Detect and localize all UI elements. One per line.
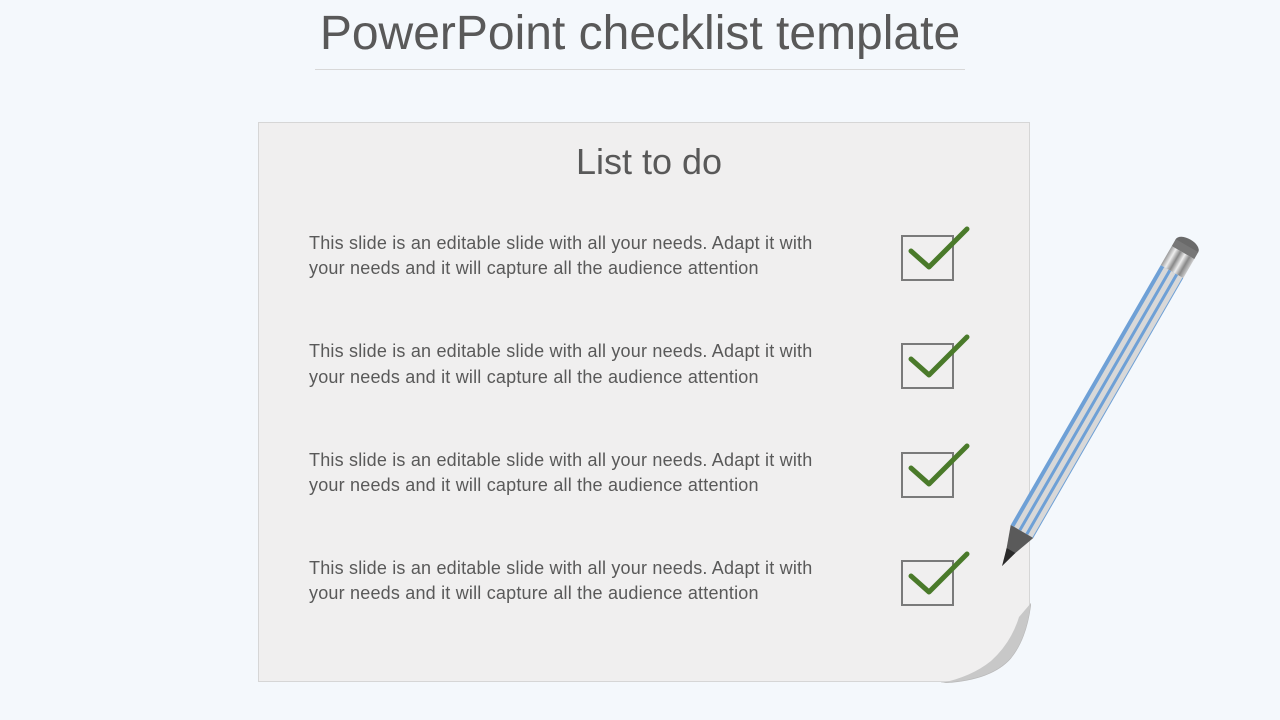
- list-item: This slide is an editable slide with all…: [309, 339, 989, 389]
- checkmark-icon: [907, 225, 973, 275]
- checkmark-icon: [907, 550, 973, 600]
- checkmark-icon: [907, 333, 973, 383]
- item-text: This slide is an editable slide with all…: [309, 448, 829, 498]
- list-title: List to do: [309, 141, 989, 183]
- checkbox: [901, 231, 971, 281]
- checklist-paper: List to do This slide is an editable sli…: [258, 122, 1030, 682]
- item-text: This slide is an editable slide with all…: [309, 339, 829, 389]
- checkbox: [901, 556, 971, 606]
- checkbox: [901, 339, 971, 389]
- list-item: This slide is an editable slide with all…: [309, 556, 989, 606]
- list-item: This slide is an editable slide with all…: [309, 231, 989, 281]
- checkmark-icon: [907, 442, 973, 492]
- checkbox: [901, 448, 971, 498]
- page-curl-icon: [941, 603, 1031, 683]
- checklist: This slide is an editable slide with all…: [309, 231, 989, 607]
- list-item: This slide is an editable slide with all…: [309, 448, 989, 498]
- item-text: This slide is an editable slide with all…: [309, 231, 829, 281]
- page-title: PowerPoint checklist template: [315, 0, 965, 70]
- item-text: This slide is an editable slide with all…: [309, 556, 829, 606]
